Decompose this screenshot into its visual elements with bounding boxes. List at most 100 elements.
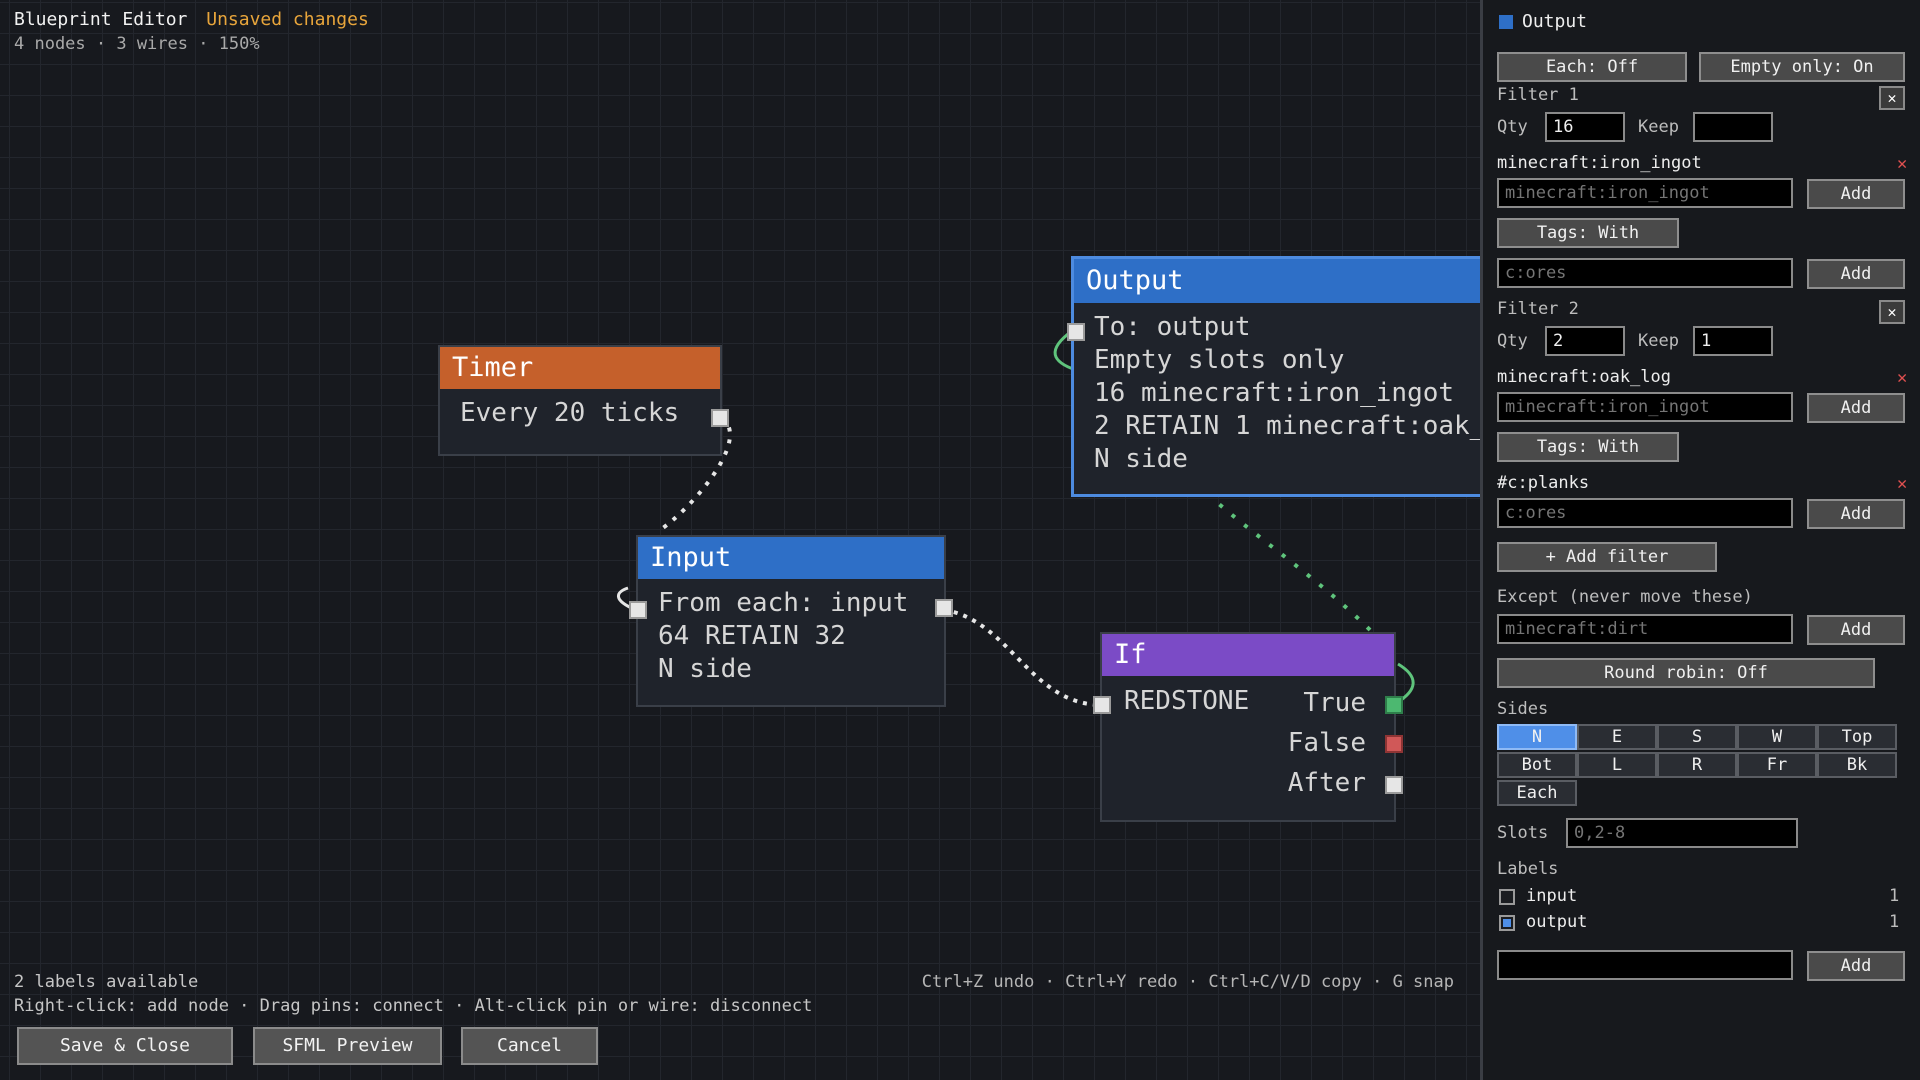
filter-2-title: Filter 2 bbox=[1497, 299, 1579, 319]
node-timer-title: Timer bbox=[440, 347, 720, 389]
if-true-pin[interactable] bbox=[1385, 696, 1403, 714]
side-top-button[interactable]: Top bbox=[1817, 724, 1897, 750]
slots-input[interactable] bbox=[1566, 818, 1798, 848]
node-color-swatch bbox=[1499, 15, 1513, 29]
input-in-pin[interactable] bbox=[629, 601, 647, 619]
node-timer-line: Every 20 ticks bbox=[460, 398, 680, 428]
editor-header: Blueprint Editor Unsaved changes 4 nodes… bbox=[14, 8, 369, 56]
side-bot-button[interactable]: Bot bbox=[1497, 752, 1577, 778]
label-input-count: 1 bbox=[1889, 886, 1900, 906]
blueprint-canvas[interactable]: Blueprint Editor Unsaved changes 4 nodes… bbox=[0, 0, 1480, 1080]
if-output-false-label: False bbox=[1287, 728, 1366, 758]
side-each-button[interactable]: Each bbox=[1497, 780, 1577, 806]
editor-title: Blueprint Editor bbox=[14, 9, 188, 30]
label-output-checkbox[interactable] bbox=[1499, 915, 1515, 931]
node-output-line: To: output bbox=[1094, 312, 1251, 342]
output-in-pin[interactable] bbox=[1067, 323, 1085, 341]
filter-1-item: minecraft:iron_ingot bbox=[1497, 153, 1702, 173]
filter-2-qty-label: Qty bbox=[1497, 331, 1528, 351]
unsaved-status: Unsaved changes bbox=[206, 9, 369, 30]
if-condition: REDSTONE bbox=[1124, 686, 1250, 716]
node-output[interactable]: Output To: output Empty slots only 16 mi… bbox=[1067, 256, 1480, 497]
sfml-preview-button[interactable]: SFML Preview bbox=[253, 1027, 442, 1065]
filter-1-item-input[interactable] bbox=[1497, 178, 1793, 208]
remove-filter-2-tag-icon[interactable]: ✕ bbox=[1897, 474, 1907, 494]
side-r-button[interactable]: R bbox=[1657, 752, 1737, 778]
round-robin-toggle[interactable]: Round robin: Off bbox=[1497, 658, 1875, 688]
timer-output-pin[interactable] bbox=[711, 409, 729, 427]
node-input[interactable]: Input From each: input 64 RETAIN 32 N si… bbox=[629, 535, 953, 707]
node-timer[interactable]: Timer Every 20 ticks bbox=[438, 345, 729, 456]
filter-1-title: Filter 1 bbox=[1497, 85, 1579, 105]
node-output-line: N side bbox=[1094, 444, 1188, 474]
filter-1-item-add-button[interactable]: Add bbox=[1807, 179, 1905, 209]
side-s-button[interactable]: S bbox=[1657, 724, 1737, 750]
wire-input-to-if bbox=[943, 608, 1103, 707]
filter-1-keep-label: Keep bbox=[1638, 117, 1679, 137]
filter-2-item: minecraft:oak_log bbox=[1497, 367, 1671, 387]
filter-2-qty-field[interactable] bbox=[1545, 326, 1625, 356]
filter-2-item-add-button[interactable]: Add bbox=[1807, 393, 1905, 423]
side-n-button[interactable]: N bbox=[1497, 724, 1577, 750]
new-label-input[interactable] bbox=[1497, 950, 1793, 980]
filter-1-tags-toggle[interactable]: Tags: With bbox=[1497, 218, 1679, 248]
label-output-count: 1 bbox=[1889, 912, 1900, 932]
filter-1-tag-input[interactable] bbox=[1497, 258, 1793, 288]
wire-if-to-output bbox=[1210, 496, 1372, 632]
empty-only-toggle-button[interactable]: Empty only: On bbox=[1699, 52, 1905, 82]
node-output-line: Empty slots only bbox=[1094, 345, 1345, 375]
node-if[interactable]: If REDSTONE True False After bbox=[1093, 632, 1403, 822]
filter-2-tag-add-button[interactable]: Add bbox=[1807, 499, 1905, 529]
filter-1-tag-add-button[interactable]: Add bbox=[1807, 259, 1905, 289]
panel-title: Output bbox=[1522, 11, 1588, 32]
filter-2-tag: #c:planks bbox=[1497, 473, 1590, 493]
node-if-title: If bbox=[1102, 634, 1394, 676]
remove-filter-2-item-icon[interactable]: ✕ bbox=[1897, 368, 1907, 388]
node-input-title: Input bbox=[638, 537, 944, 579]
label-input-checkbox[interactable] bbox=[1499, 889, 1515, 905]
node-output-line: 16 minecraft:iron_ingot bbox=[1094, 378, 1455, 408]
graph-info: 4 nodes · 3 wires · 150% bbox=[14, 34, 260, 54]
remove-filter-1-icon[interactable]: ✕ bbox=[1879, 86, 1905, 110]
side-bk-button[interactable]: Bk bbox=[1817, 752, 1897, 778]
if-output-after-label: After bbox=[1287, 768, 1366, 798]
labels-header: Labels bbox=[1497, 859, 1559, 879]
add-filter-button[interactable]: + Add filter bbox=[1497, 542, 1717, 572]
filter-1-keep-field[interactable] bbox=[1693, 112, 1773, 142]
filter-2-keep-field[interactable] bbox=[1693, 326, 1773, 356]
save-close-button[interactable]: Save & Close bbox=[17, 1027, 233, 1065]
slots-label: Slots bbox=[1497, 823, 1549, 843]
each-toggle-button[interactable]: Each: Off bbox=[1497, 52, 1687, 82]
if-false-pin[interactable] bbox=[1385, 735, 1403, 753]
filter-1-qty-field[interactable] bbox=[1545, 112, 1625, 142]
filter-2-item-input[interactable] bbox=[1497, 392, 1793, 422]
inspector-panel: Output Each: Off Empty only: On Filter 1… bbox=[1480, 0, 1920, 1080]
side-fr-button[interactable]: Fr bbox=[1737, 752, 1817, 778]
input-out-pin[interactable] bbox=[935, 599, 953, 617]
filter-2-tag-input[interactable] bbox=[1497, 498, 1793, 528]
side-l-button[interactable]: L bbox=[1577, 752, 1657, 778]
label-input-name: input bbox=[1526, 886, 1578, 906]
if-after-pin[interactable] bbox=[1385, 776, 1403, 794]
shortcut-hint: Ctrl+Z undo · Ctrl+Y redo · Ctrl+C/V/D c… bbox=[921, 972, 1454, 992]
filter-2-tags-toggle[interactable]: Tags: With bbox=[1497, 432, 1679, 462]
label-output-name: output bbox=[1526, 912, 1588, 932]
node-output-line: 2 RETAIN 1 minecraft:oak_ bbox=[1094, 411, 1480, 441]
filter-1-qty-label: Qty bbox=[1497, 117, 1528, 137]
node-output-title: Output bbox=[1074, 259, 1480, 303]
node-input-line: From each: input bbox=[658, 588, 909, 618]
cancel-button[interactable]: Cancel bbox=[461, 1027, 598, 1065]
remove-filter-1-item-icon[interactable]: ✕ bbox=[1897, 154, 1907, 174]
filter-2-keep-label: Keep bbox=[1638, 331, 1679, 351]
new-label-add-button[interactable]: Add bbox=[1807, 951, 1905, 981]
except-add-button[interactable]: Add bbox=[1807, 615, 1905, 645]
except-input[interactable] bbox=[1497, 614, 1793, 644]
sides-label: Sides bbox=[1497, 699, 1549, 719]
except-label: Except (never move these) bbox=[1497, 587, 1753, 607]
side-w-button[interactable]: W bbox=[1737, 724, 1817, 750]
node-input-line: 64 RETAIN 32 bbox=[658, 621, 846, 651]
remove-filter-2-icon[interactable]: ✕ bbox=[1879, 300, 1905, 324]
if-in-pin[interactable] bbox=[1093, 696, 1111, 714]
side-e-button[interactable]: E bbox=[1577, 724, 1657, 750]
node-input-line: N side bbox=[658, 654, 752, 684]
